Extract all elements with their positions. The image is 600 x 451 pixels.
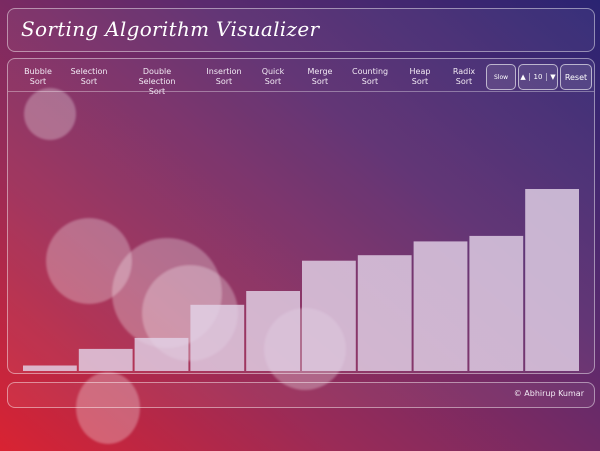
algo-label: Sort: [311, 77, 329, 86]
algo-label: Sort: [148, 87, 166, 96]
algorithm-toolbar: Bubble Sort Selection Sort Double Select…: [8, 59, 594, 96]
algo-heap-sort[interactable]: Heap Sort: [408, 67, 432, 87]
page-title: Sorting Algorithm Visualizer: [21, 17, 320, 41]
algo-label: Radix: [452, 67, 476, 76]
array-size-value: 10: [528, 73, 548, 81]
algo-label: Sort: [361, 77, 379, 86]
algo-label: Merge: [307, 67, 333, 76]
bar-chart: [23, 189, 579, 371]
algo-label: Sort: [455, 77, 473, 86]
triangle-up-icon[interactable]: ▲: [520, 73, 525, 81]
algo-label: Sort: [264, 77, 282, 86]
reset-button[interactable]: Reset: [560, 64, 592, 90]
algo-double-selection-sort[interactable]: Double Selection Sort: [126, 67, 188, 97]
array-bar: [190, 304, 245, 371]
algo-selection-sort[interactable]: Selection Sort: [69, 67, 109, 87]
array-size-stepper[interactable]: ▲ 10 ▼: [518, 64, 558, 90]
algo-label: Double Selection: [138, 67, 176, 86]
algo-insertion-sort[interactable]: Insertion Sort: [206, 67, 242, 87]
algo-label: Bubble: [24, 67, 52, 76]
array-bar: [469, 235, 524, 371]
array-bar: [525, 189, 579, 371]
algo-label: Sort: [411, 77, 429, 86]
footer-panel: © Abhirup Kumar: [7, 382, 595, 408]
array-bar: [246, 291, 300, 371]
array-bar: [357, 255, 412, 371]
array-bar: [78, 348, 133, 371]
algo-label: Quick: [261, 67, 285, 76]
array-bar: [302, 260, 356, 371]
algo-label: Heap: [409, 67, 431, 76]
algo-label: Sort: [215, 77, 233, 86]
algo-radix-sort[interactable]: Radix Sort: [452, 67, 476, 87]
speed-label: Slow: [493, 73, 509, 81]
author-credit: © Abhirup Kumar: [513, 389, 584, 398]
algo-merge-sort[interactable]: Merge Sort: [306, 67, 334, 87]
algo-counting-sort[interactable]: Counting Sort: [352, 67, 388, 87]
array-bar: [134, 337, 189, 371]
algo-quick-sort[interactable]: Quick Sort: [260, 67, 286, 87]
visualizer-panel: Bubble Sort Selection Sort Double Select…: [7, 58, 595, 374]
algo-label: Insertion: [206, 67, 242, 76]
algo-label: Counting: [352, 67, 389, 76]
reset-label: Reset: [564, 72, 588, 82]
algo-label: Selection: [70, 67, 108, 76]
array-bar: [413, 241, 468, 371]
algo-label: Sort: [29, 77, 47, 86]
header-panel: Sorting Algorithm Visualizer: [7, 8, 595, 52]
triangle-down-icon[interactable]: ▼: [550, 73, 555, 81]
algo-bubble-sort[interactable]: Bubble Sort: [24, 67, 52, 87]
speed-button[interactable]: Slow: [486, 64, 516, 90]
array-bar: [23, 365, 77, 371]
algo-label: Sort: [80, 77, 98, 86]
